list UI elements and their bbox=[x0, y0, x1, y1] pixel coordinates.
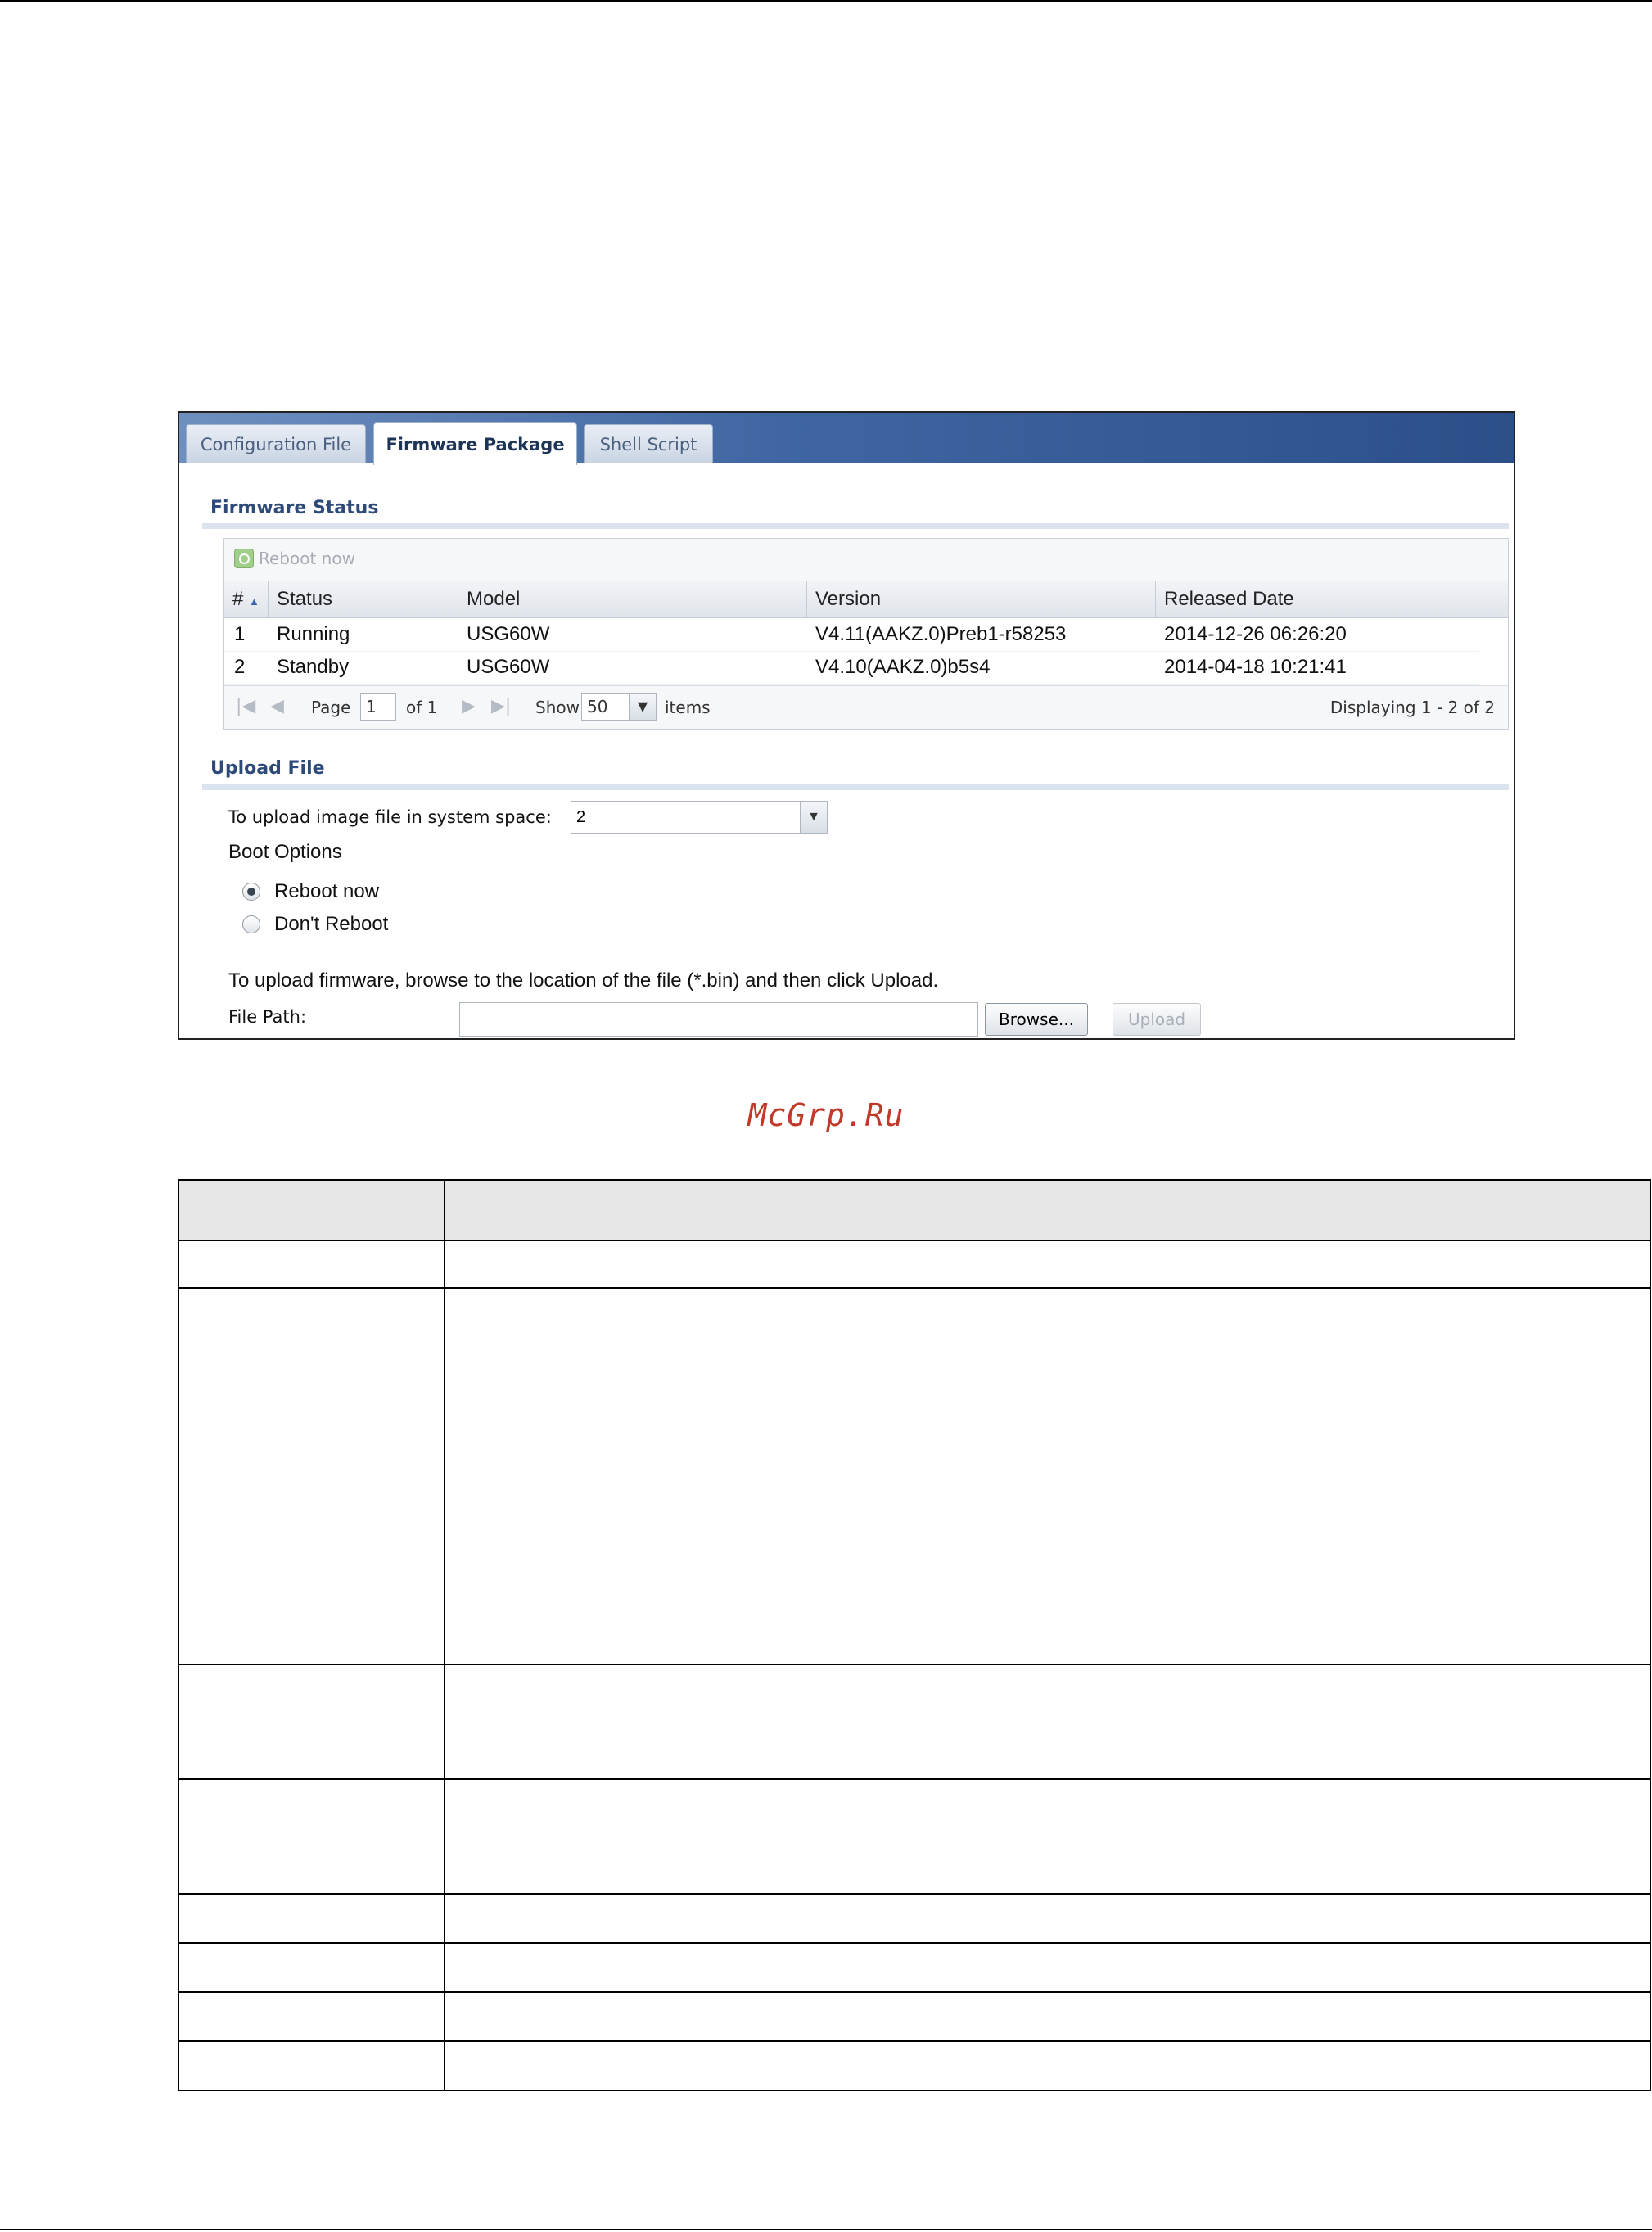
row-divider bbox=[179, 1778, 1650, 1780]
file-path-input[interactable] bbox=[459, 1002, 978, 1037]
row-released-date: 2014-12-26 06:26:20 bbox=[1164, 623, 1347, 645]
firmware-status-title: Firmware Status bbox=[210, 498, 379, 518]
previous-page-icon[interactable]: ◀ bbox=[270, 696, 284, 716]
reboot-now-label: Reboot now bbox=[259, 549, 355, 568]
reboot-now-option-label: Reboot now bbox=[274, 880, 380, 902]
system-space-select[interactable]: 2 ▼ bbox=[571, 801, 828, 834]
dont-reboot-option-label: Don't Reboot bbox=[274, 913, 389, 935]
row-divider bbox=[179, 1287, 1650, 1289]
file-path-label: File Path: bbox=[228, 1007, 307, 1027]
upload-file-title: Upload File bbox=[210, 758, 325, 779]
reboot-icon bbox=[234, 549, 254, 568]
page-count-label: of 1 bbox=[406, 698, 438, 717]
column-divider bbox=[444, 1181, 445, 2090]
tab-shell-script[interactable]: Shell Script bbox=[584, 424, 713, 463]
column-header-version[interactable]: Version bbox=[807, 581, 1156, 617]
column-header-model[interactable]: Model bbox=[458, 581, 807, 617]
tab-configuration-file[interactable]: Configuration File bbox=[186, 424, 366, 463]
items-per-page-select[interactable]: 50 ▼ bbox=[581, 693, 657, 721]
description-table bbox=[178, 1179, 1651, 2091]
show-label: Show bbox=[535, 698, 580, 717]
browse-button[interactable]: Browse... bbox=[985, 1003, 1088, 1036]
tab-firmware-package[interactable]: Firmware Package bbox=[373, 422, 577, 465]
column-header-released-date[interactable]: Released Date bbox=[1156, 581, 1508, 617]
row-divider bbox=[179, 1942, 1650, 1944]
next-page-icon[interactable]: ▶ bbox=[462, 696, 476, 716]
dont-reboot-radio[interactable] bbox=[242, 915, 260, 933]
chevron-down-icon: ▼ bbox=[800, 802, 827, 833]
system-space-label: To upload image file in system space: bbox=[228, 807, 552, 827]
reboot-now-button[interactable]: Reboot now bbox=[234, 549, 355, 568]
first-page-icon[interactable]: |◀ bbox=[236, 696, 255, 716]
row-divider bbox=[179, 2040, 1650, 2042]
sort-ascending-icon: ▲ bbox=[249, 595, 260, 608]
description-table-header bbox=[179, 1181, 1650, 1241]
items-label: items bbox=[665, 698, 711, 717]
row-version: V4.11(AAKZ.0)Preb1-r58253 bbox=[815, 623, 1067, 645]
section-divider bbox=[202, 784, 1509, 790]
row-released-date: 2014-04-18 10:21:41 bbox=[1164, 656, 1347, 678]
row-status: Running bbox=[277, 623, 350, 645]
column-header-status[interactable]: Status bbox=[269, 581, 458, 617]
row-divider bbox=[179, 1664, 1650, 1665]
page-number-input[interactable]: 1 bbox=[360, 693, 396, 721]
reboot-now-radio[interactable] bbox=[242, 883, 260, 901]
row-number: 2 bbox=[234, 656, 246, 678]
column-header-number[interactable]: # ▲ bbox=[224, 581, 269, 617]
row-divider bbox=[179, 1893, 1650, 1895]
upload-button[interactable]: Upload bbox=[1113, 1003, 1201, 1036]
row-version: V4.10(AAKZ.0)b5s4 bbox=[815, 656, 991, 678]
boot-options-label: Boot Options bbox=[228, 841, 342, 863]
chevron-down-icon: ▼ bbox=[629, 694, 656, 720]
upload-instruction: To upload firmware, browse to the locati… bbox=[228, 969, 939, 992]
last-page-icon[interactable]: ▶| bbox=[491, 696, 511, 716]
watermark-logo: McGrp.Ru bbox=[747, 1097, 905, 1133]
grid-header: # ▲ Status Model Version Released Date bbox=[224, 581, 1508, 618]
row-divider bbox=[179, 1991, 1650, 1993]
row-status: Standby bbox=[277, 656, 350, 678]
pagination-bar: |◀ ◀ Page 1 of 1 ▶ ▶| Show 50 ▼ items Di… bbox=[224, 685, 1508, 729]
table-row[interactable]: 2 Standby USG60W V4.10(AAKZ.0)b5s4 2014-… bbox=[224, 651, 1479, 685]
row-number: 1 bbox=[234, 623, 246, 645]
tab-bar: Configuration File Firmware Package Shel… bbox=[179, 413, 1514, 465]
table-row[interactable]: 1 Running USG60W V4.11(AAKZ.0)Preb1-r582… bbox=[224, 618, 1479, 652]
displaying-count: Displaying 1 - 2 of 2 bbox=[1329, 698, 1495, 717]
section-divider bbox=[202, 523, 1509, 529]
row-model: USG60W bbox=[467, 656, 550, 678]
grid-toolbar: Reboot now bbox=[224, 539, 1508, 582]
firmware-package-screenshot: Configuration File Firmware Package Shel… bbox=[178, 411, 1515, 1040]
page-label: Page bbox=[311, 698, 351, 717]
row-model: USG60W bbox=[467, 623, 550, 645]
firmware-status-grid: Reboot now # ▲ Status Model Version Rele… bbox=[223, 538, 1509, 730]
